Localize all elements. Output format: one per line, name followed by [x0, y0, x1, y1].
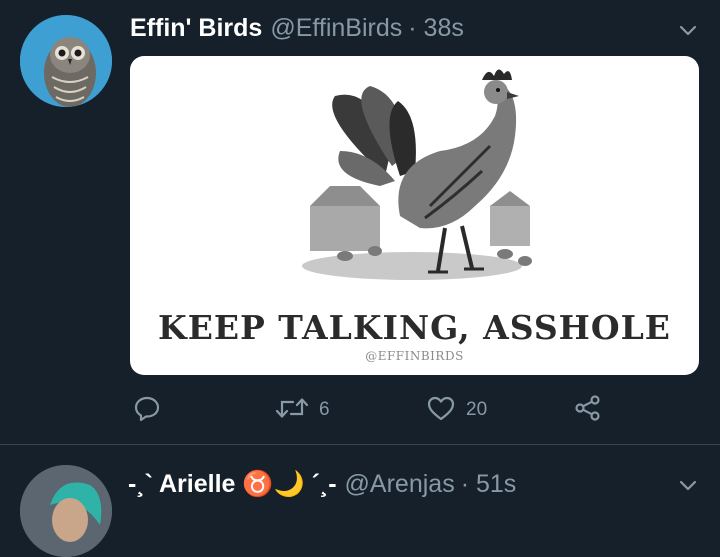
display-name[interactable]: Effin' Birds [130, 14, 262, 43]
like-count: 20 [466, 399, 488, 420]
tweet-image[interactable]: KEEP TALKING, ASSHOLE @EFFINBIRDS [130, 56, 699, 375]
image-watermark: @EFFINBIRDS [365, 349, 464, 363]
share-button[interactable] [574, 394, 602, 426]
reply-icon [133, 394, 161, 427]
tweet-header: Effin' Birds @EffinBirds · 38s [130, 10, 464, 46]
display-name[interactable]: -¸` Arielle ♉🌙 ´¸- [128, 470, 337, 499]
timestamp[interactable]: · 38s [408, 14, 464, 43]
rooster-illustration [302, 69, 532, 280]
username[interactable]: @Arenjas [345, 470, 455, 499]
chevron-down-icon[interactable] [678, 475, 698, 495]
like-button[interactable]: 20 [426, 394, 487, 426]
tweet[interactable]: Effin' Birds @EffinBirds · 38s KEEP TALK… [0, 0, 720, 444]
tweet-actions: 6 20 [0, 394, 720, 426]
retweet-icon [275, 394, 309, 427]
share-icon [574, 394, 602, 427]
owl-icon [20, 15, 112, 107]
chevron-down-icon[interactable] [678, 20, 698, 40]
avatar[interactable] [20, 465, 112, 557]
tweet-header: -¸` Arielle ♉🌙 ´¸- @Arenjas · 51s [128, 467, 516, 501]
reply-button[interactable] [133, 394, 161, 426]
heart-icon [426, 394, 456, 427]
retweet-count: 6 [319, 399, 330, 420]
image-caption: KEEP TALKING, ASSHOLE [158, 308, 671, 347]
username[interactable]: @EffinBirds [270, 14, 402, 43]
avatar[interactable] [20, 15, 112, 107]
timestamp[interactable]: · 51s [461, 470, 517, 499]
retweet-button[interactable]: 6 [275, 394, 330, 426]
person-avatar-icon [20, 465, 112, 557]
tweet[interactable]: -¸` Arielle ♉🌙 ´¸- @Arenjas · 51s [0, 445, 720, 557]
